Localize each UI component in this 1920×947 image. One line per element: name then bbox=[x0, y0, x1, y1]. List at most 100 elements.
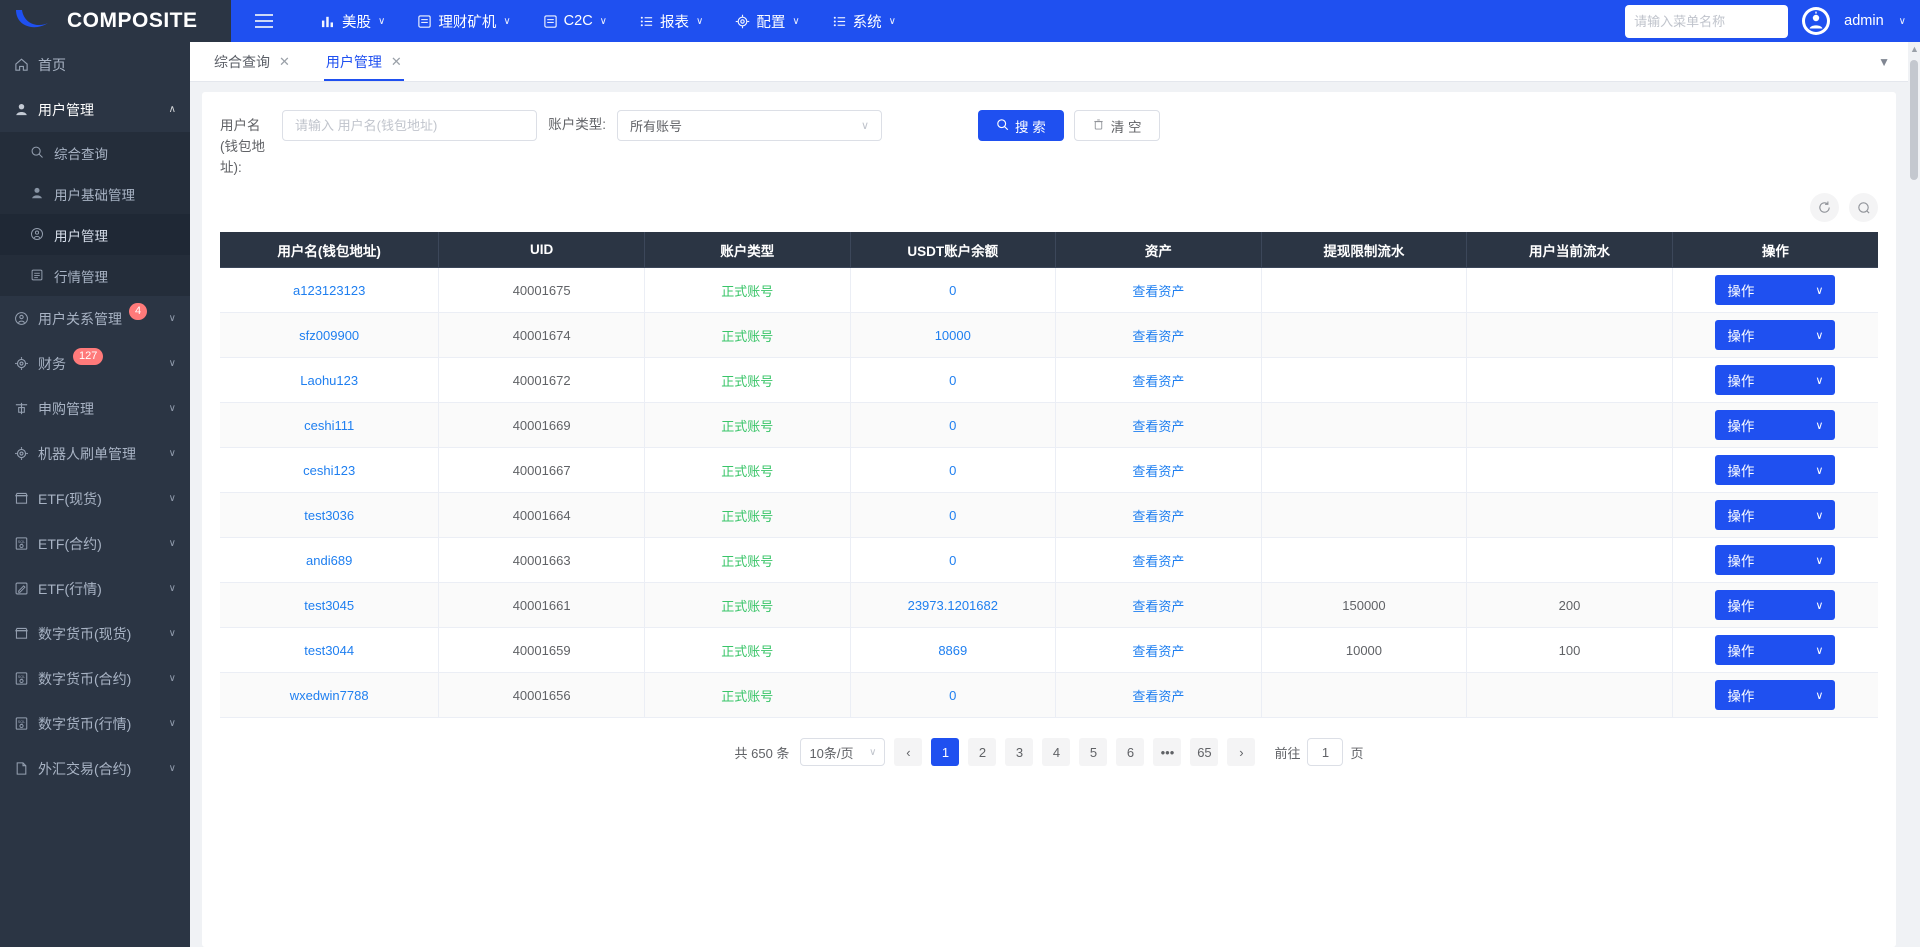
usdt-balance-link[interactable]: 10000 bbox=[935, 328, 971, 343]
tab-user-management[interactable]: 用户管理 ✕ bbox=[308, 42, 420, 81]
row-action-button[interactable]: 操作∨ bbox=[1715, 590, 1835, 620]
close-icon[interactable]: ✕ bbox=[391, 54, 402, 70]
usdt-balance-link[interactable]: 0 bbox=[949, 373, 956, 388]
column-settings-icon[interactable] bbox=[1849, 193, 1878, 222]
page-button-1[interactable]: 1 bbox=[931, 738, 959, 766]
row-action-button[interactable]: 操作∨ bbox=[1715, 320, 1835, 350]
view-assets-link[interactable]: 查看资产 bbox=[1132, 284, 1184, 299]
cell-assets: 查看资产 bbox=[1056, 628, 1262, 673]
page-scrollbar[interactable]: ▲ bbox=[1908, 42, 1920, 947]
page-button-•••[interactable]: ••• bbox=[1153, 738, 1181, 766]
nav-item-wealth-miner[interactable]: 理财矿机 ∨ bbox=[401, 0, 526, 42]
view-assets-link[interactable]: 查看资产 bbox=[1132, 464, 1184, 479]
usdt-balance-link[interactable]: 8869 bbox=[938, 643, 967, 658]
sidebar-item-user-management[interactable]: 用户管理 ∧ bbox=[0, 87, 190, 132]
row-action-button[interactable]: 操作∨ bbox=[1715, 500, 1835, 530]
row-action-button[interactable]: 操作∨ bbox=[1715, 275, 1835, 305]
nav-item-config[interactable]: 配置 ∨ bbox=[719, 0, 815, 42]
search-button[interactable]: 搜 索 bbox=[978, 110, 1064, 141]
row-action-button[interactable]: 操作∨ bbox=[1715, 365, 1835, 395]
row-action-button[interactable]: 操作∨ bbox=[1715, 635, 1835, 665]
view-assets-link[interactable]: 查看资产 bbox=[1132, 419, 1184, 434]
username-link[interactable]: test3044 bbox=[304, 643, 354, 658]
row-action-button[interactable]: 操作∨ bbox=[1715, 410, 1835, 440]
username-link[interactable]: sfz009900 bbox=[299, 328, 359, 343]
chevron-down-icon[interactable]: ▼ bbox=[1860, 42, 1908, 81]
tab-comprehensive-query[interactable]: 综合查询 ✕ bbox=[196, 42, 308, 81]
nav-item-reports[interactable]: 报表 ∨ bbox=[623, 0, 719, 42]
page-button-4[interactable]: 4 bbox=[1042, 738, 1070, 766]
sidebar-item-market-management[interactable]: 行情管理 bbox=[0, 255, 190, 296]
menu-search-box[interactable] bbox=[1625, 5, 1788, 38]
sidebar-item-crypto-spot[interactable]: 数字货币(现货) ∨ bbox=[0, 611, 190, 656]
sidebar-item-subscription[interactable]: 申购管理 ∨ bbox=[0, 386, 190, 431]
chevron-down-icon[interactable]: ∨ bbox=[1899, 16, 1906, 27]
username-link[interactable]: test3045 bbox=[304, 598, 354, 613]
page-button-3[interactable]: 3 bbox=[1005, 738, 1033, 766]
user-avatar-icon[interactable] bbox=[1802, 7, 1830, 35]
nav-item-us-stocks[interactable]: 美股 ∨ bbox=[305, 0, 401, 42]
username-link[interactable]: andi689 bbox=[306, 553, 352, 568]
sidebar-item-user-management-current[interactable]: 用户管理 bbox=[0, 214, 190, 255]
view-assets-link[interactable]: 查看资产 bbox=[1132, 689, 1184, 704]
view-assets-link[interactable]: 查看资产 bbox=[1132, 374, 1184, 389]
view-assets-link[interactable]: 查看资产 bbox=[1132, 644, 1184, 659]
sidebar-item-etf-contract[interactable]: SQL ETF(合约) ∨ bbox=[0, 521, 190, 566]
username-link[interactable]: a123123123 bbox=[293, 283, 365, 298]
chevron-down-icon: ∨ bbox=[1815, 599, 1823, 612]
view-assets-link[interactable]: 查看资产 bbox=[1132, 599, 1184, 614]
scroll-up-icon[interactable]: ▲ bbox=[1910, 44, 1919, 54]
sidebar[interactable]: 首页 用户管理 ∧ 综合查询 用户基础管理 bbox=[0, 42, 190, 947]
row-action-button[interactable]: 操作∨ bbox=[1715, 680, 1835, 710]
usdt-balance-link[interactable]: 0 bbox=[949, 283, 956, 298]
user-name-label[interactable]: admin bbox=[1844, 13, 1884, 29]
prev-page-button[interactable]: ‹ bbox=[894, 738, 922, 766]
usdt-balance-link[interactable]: 23973.1201682 bbox=[908, 598, 998, 613]
sidebar-item-forex-contract[interactable]: 外汇交易(合约) ∨ bbox=[0, 746, 190, 791]
sidebar-item-etf-spot[interactable]: ETF(现货) ∨ bbox=[0, 476, 190, 521]
username-link[interactable]: Laohu123 bbox=[300, 373, 358, 388]
nav-item-c2c[interactable]: C2C ∨ bbox=[527, 0, 623, 42]
sidebar-item-comprehensive-query[interactable]: 综合查询 bbox=[0, 132, 190, 173]
close-icon[interactable]: ✕ bbox=[279, 54, 290, 70]
table-row: a12312312340001675正式账号0查看资产操作∨ bbox=[220, 268, 1878, 313]
username-link[interactable]: test3036 bbox=[304, 508, 354, 523]
page-button-5[interactable]: 5 bbox=[1079, 738, 1107, 766]
hamburger-icon[interactable] bbox=[245, 8, 283, 34]
page-button-2[interactable]: 2 bbox=[968, 738, 996, 766]
row-action-button[interactable]: 操作∨ bbox=[1715, 545, 1835, 575]
username-link[interactable]: ceshi111 bbox=[304, 418, 354, 433]
page-button-65[interactable]: 65 bbox=[1190, 738, 1218, 766]
clear-button[interactable]: 清 空 bbox=[1074, 110, 1160, 141]
jump-page-input[interactable] bbox=[1307, 738, 1343, 766]
view-assets-link[interactable]: 查看资产 bbox=[1132, 554, 1184, 569]
sidebar-item-home[interactable]: 首页 bbox=[0, 42, 190, 87]
sidebar-item-crypto-contract[interactable]: SQL 数字货币(合约) ∨ bbox=[0, 656, 190, 701]
sidebar-item-user-basic-management[interactable]: 用户基础管理 bbox=[0, 173, 190, 214]
usdt-balance-link[interactable]: 0 bbox=[949, 508, 956, 523]
refresh-icon[interactable] bbox=[1810, 193, 1839, 222]
view-assets-link[interactable]: 查看资产 bbox=[1132, 329, 1184, 344]
usdt-balance-link[interactable]: 0 bbox=[949, 463, 956, 478]
page-button-6[interactable]: 6 bbox=[1116, 738, 1144, 766]
usdt-balance-link[interactable]: 0 bbox=[949, 553, 956, 568]
scrollbar-thumb[interactable] bbox=[1910, 60, 1918, 180]
menu-search-input[interactable] bbox=[1634, 14, 1810, 29]
username-link[interactable]: ceshi123 bbox=[303, 463, 355, 478]
username-link[interactable]: wxedwin7788 bbox=[290, 688, 369, 703]
sidebar-item-user-relations[interactable]: 用户关系管理 4 ∨ bbox=[0, 296, 190, 341]
page-size-select[interactable]: 10条/页 ∨ bbox=[800, 738, 885, 766]
next-page-button[interactable]: › bbox=[1227, 738, 1255, 766]
nav-item-system[interactable]: 系统 ∨ bbox=[816, 0, 912, 42]
username-input[interactable] bbox=[282, 110, 537, 141]
sidebar-item-etf-market[interactable]: ETF(行情) ∨ bbox=[0, 566, 190, 611]
account-type-select[interactable]: 所有账号 ∨ bbox=[617, 110, 882, 141]
username-field-group: 用户名(钱包地址): bbox=[220, 110, 537, 179]
usdt-balance-link[interactable]: 0 bbox=[949, 688, 956, 703]
sidebar-item-robot-order[interactable]: 机器人刷单管理 ∨ bbox=[0, 431, 190, 476]
usdt-balance-link[interactable]: 0 bbox=[949, 418, 956, 433]
view-assets-link[interactable]: 查看资产 bbox=[1132, 509, 1184, 524]
row-action-button[interactable]: 操作∨ bbox=[1715, 455, 1835, 485]
sidebar-item-finance[interactable]: 财务 127 ∨ bbox=[0, 341, 190, 386]
sidebar-item-crypto-market[interactable]: SQL 数字货币(行情) ∨ bbox=[0, 701, 190, 746]
